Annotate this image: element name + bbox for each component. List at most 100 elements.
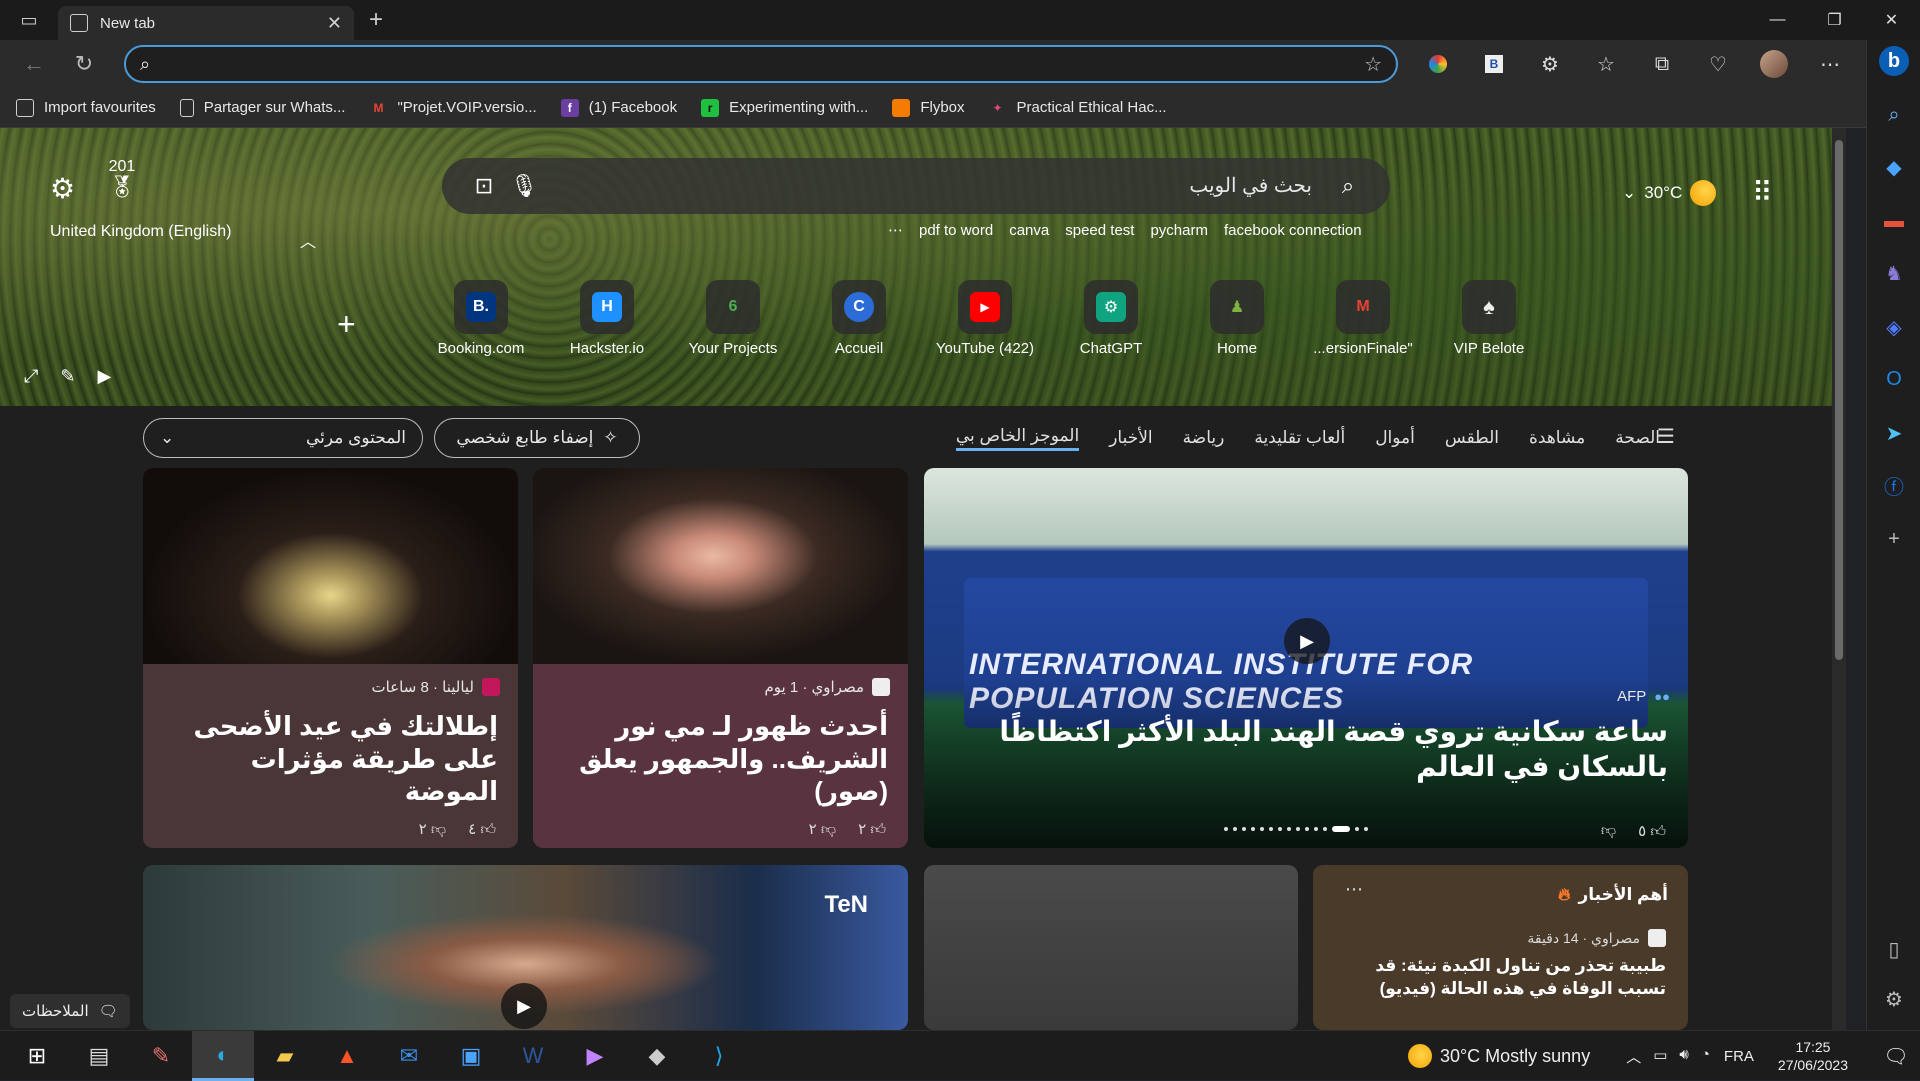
brave-icon[interactable]: ▲	[316, 1031, 378, 1081]
favorites-icon[interactable]: ☆	[1578, 44, 1634, 84]
shopping-tag-icon[interactable]: ◆	[1879, 152, 1909, 182]
more-dots-icon[interactable]: ⋯	[888, 221, 903, 239]
visual-search-icon[interactable]: ⊡	[464, 173, 504, 199]
paint-app-icon[interactable]: ✎	[130, 1031, 192, 1081]
play-icon[interactable]: ▶	[98, 366, 112, 387]
quick-link-hackster[interactable]: H Hackster.io	[544, 280, 670, 357]
trending-item[interactable]: facebook connection	[1224, 222, 1362, 239]
file-explorer-icon[interactable]: ▰	[254, 1031, 316, 1081]
new-tab-button[interactable]: +	[354, 6, 398, 34]
search-icon[interactable]: ⌕	[1879, 100, 1909, 130]
video-card[interactable]: TeN ▶	[143, 865, 908, 1030]
play-video-icon[interactable]: ▶	[1284, 618, 1330, 664]
language-indicator[interactable]: FRA	[1724, 1048, 1754, 1065]
address-input[interactable]	[160, 55, 1365, 73]
top-news-headline[interactable]: طبيبة تحذر من تناول الكبدة نيئة: قد تسبب…	[1335, 955, 1666, 1001]
tab-new-tab[interactable]: New tab ✕	[58, 6, 354, 40]
trending-item[interactable]: pdf to word	[919, 222, 993, 239]
clock[interactable]: 17:25 27/06/2023	[1778, 1038, 1848, 1074]
quick-link-vip-belote[interactable]: ♠ VIP Belote	[1426, 280, 1552, 357]
extension-b-icon[interactable]: B	[1466, 44, 1522, 84]
tab-money[interactable]: أموال	[1375, 428, 1415, 448]
tab-weather[interactable]: الطقس	[1445, 428, 1499, 448]
rewards-button[interactable]: 201 🏅︎	[108, 158, 136, 200]
play-video-icon[interactable]: ▶	[501, 983, 547, 1029]
app-icon[interactable]: ◆	[626, 1031, 688, 1081]
top-news-card[interactable]: أهم الأخبار 🔥︎ ⋯ مصراوي · 14 دقيقة طبيبة…	[1313, 865, 1688, 1030]
collections-icon[interactable]: ⧉	[1634, 44, 1690, 84]
media-player-icon[interactable]: ▶	[564, 1031, 626, 1081]
tab-actions-icon[interactable]: ▭	[0, 0, 58, 40]
personalize-button[interactable]: إضفاء طابع شخصي ✧	[434, 418, 640, 458]
extensions-icon[interactable]: ⚙	[1522, 44, 1578, 84]
dislike-button[interactable]: ٢ 👎︎	[419, 820, 446, 839]
windows-start-icon[interactable]: ⊞	[6, 1031, 68, 1081]
page-scrollbar[interactable]	[1832, 128, 1846, 1030]
outlook-icon[interactable]: O	[1879, 364, 1909, 394]
tab-health[interactable]: الصحة	[1615, 428, 1660, 448]
minimize-icon[interactable]: —	[1749, 0, 1806, 40]
hide-sidebar-icon[interactable]: ▯	[1879, 934, 1909, 964]
more-menu-icon[interactable]: ⋯	[1802, 44, 1858, 84]
like-button[interactable]: ٢ 👍︎	[858, 820, 886, 839]
quick-link-accueil[interactable]: C Accueil	[796, 280, 922, 357]
quick-link-gmail[interactable]: M ...ersionFinale"	[1300, 280, 1426, 357]
apps-grid-icon[interactable]: ⠿	[1752, 176, 1773, 209]
sidebar-settings-icon[interactable]: ⚙	[1879, 984, 1909, 1014]
address-bar[interactable]: ⌕ ☆	[124, 45, 1398, 83]
add-quick-link-icon[interactable]: +	[337, 306, 356, 343]
favourite-item[interactable]: r Experimenting with...	[701, 98, 868, 117]
games-icon[interactable]: ♞	[1879, 258, 1909, 288]
refresh-button[interactable]: ↻	[62, 44, 106, 84]
notes-button[interactable]: الملاحظات 🗨︎	[10, 994, 130, 1028]
favourite-item[interactable]: Import favourites	[16, 98, 156, 117]
chevron-up-icon[interactable]: ︿	[1626, 1046, 1641, 1067]
copilot-icon[interactable]: ◈	[1879, 312, 1909, 342]
expand-icon[interactable]: ⤢	[24, 366, 38, 387]
quick-link-your-projects[interactable]: 6 Your Projects	[670, 280, 796, 357]
tab-casual-games[interactable]: ألعاب تقليدية	[1254, 428, 1345, 448]
restore-icon[interactable]: ❐	[1806, 0, 1863, 40]
favourite-item[interactable]: f (1) Facebook	[560, 98, 677, 117]
like-button[interactable]: ٥ 👍︎	[1638, 822, 1666, 841]
quick-link-home[interactable]: ♟ Home	[1174, 280, 1300, 357]
search-icon[interactable]: ⌕	[1328, 173, 1368, 199]
back-button[interactable]: ←	[12, 44, 56, 84]
page-settings-icon[interactable]: ⚙	[50, 172, 75, 205]
add-sidebar-app-icon[interactable]: +	[1879, 524, 1909, 554]
trending-item[interactable]: pycharm	[1150, 222, 1208, 239]
carousel-dots[interactable]	[1224, 826, 1368, 832]
collapse-caret-icon[interactable]: ︿	[300, 228, 316, 252]
microphone-icon[interactable]: 🎙︎	[504, 173, 544, 199]
facebook-icon[interactable]: ⓕ	[1879, 470, 1909, 500]
taskbar-weather[interactable]: 30°C Mostly sunny	[1407, 1044, 1590, 1068]
quick-link-chatgpt[interactable]: ⚙ ChatGPT	[1048, 280, 1174, 357]
like-background-icon[interactable]: ✎	[60, 366, 75, 387]
browser-essentials-icon[interactable]: ♡	[1690, 44, 1746, 84]
card-headline[interactable]: إطلالتك في عيد الأضحى على طريقة مؤثرات ا…	[163, 710, 498, 808]
close-window-icon[interactable]: ✕	[1863, 0, 1920, 40]
favourite-item[interactable]: Partager sur Whats...	[179, 98, 345, 117]
web-search-input[interactable]	[544, 174, 1328, 198]
tab-news[interactable]: الأخبار	[1109, 428, 1152, 448]
favourite-item[interactable]: Flybox	[892, 98, 965, 117]
profile-avatar[interactable]	[1746, 44, 1802, 84]
hamburger-menu-icon[interactable]: ☰	[1657, 424, 1675, 449]
favourite-item[interactable]: M "Projet.VOIP.versio...	[369, 99, 536, 117]
word-app-icon[interactable]: W	[502, 1031, 564, 1081]
notification-center-icon[interactable]: 🗨︎	[1872, 1044, 1920, 1069]
mail-icon[interactable]: ✉	[378, 1031, 440, 1081]
vscode-icon[interactable]: ⟩	[688, 1031, 750, 1081]
volume-icon[interactable]: 🔊︎	[1679, 1046, 1688, 1067]
like-button[interactable]: ٤ 👍︎	[468, 820, 496, 839]
tools-icon[interactable]: ▬	[1879, 206, 1909, 236]
wifi-icon[interactable]: ◔	[1701, 1046, 1710, 1067]
region-selector[interactable]: United Kingdom (English)	[50, 223, 231, 241]
card-headline[interactable]: أحدث ظهور لـ مي نور الشريف.. والجمهور يع…	[553, 710, 888, 808]
more-options-icon[interactable]: ⋯	[1345, 879, 1363, 900]
favorite-star-icon[interactable]: ☆	[1364, 52, 1382, 77]
web-search-box[interactable]: ⊡ 🎙︎ ⌕	[442, 158, 1390, 214]
quick-link-booking[interactable]: B. Booking.com	[418, 280, 544, 357]
tab-watch[interactable]: مشاهدة	[1529, 428, 1585, 448]
edge-taskbar-icon[interactable]: ◐	[192, 1031, 254, 1081]
